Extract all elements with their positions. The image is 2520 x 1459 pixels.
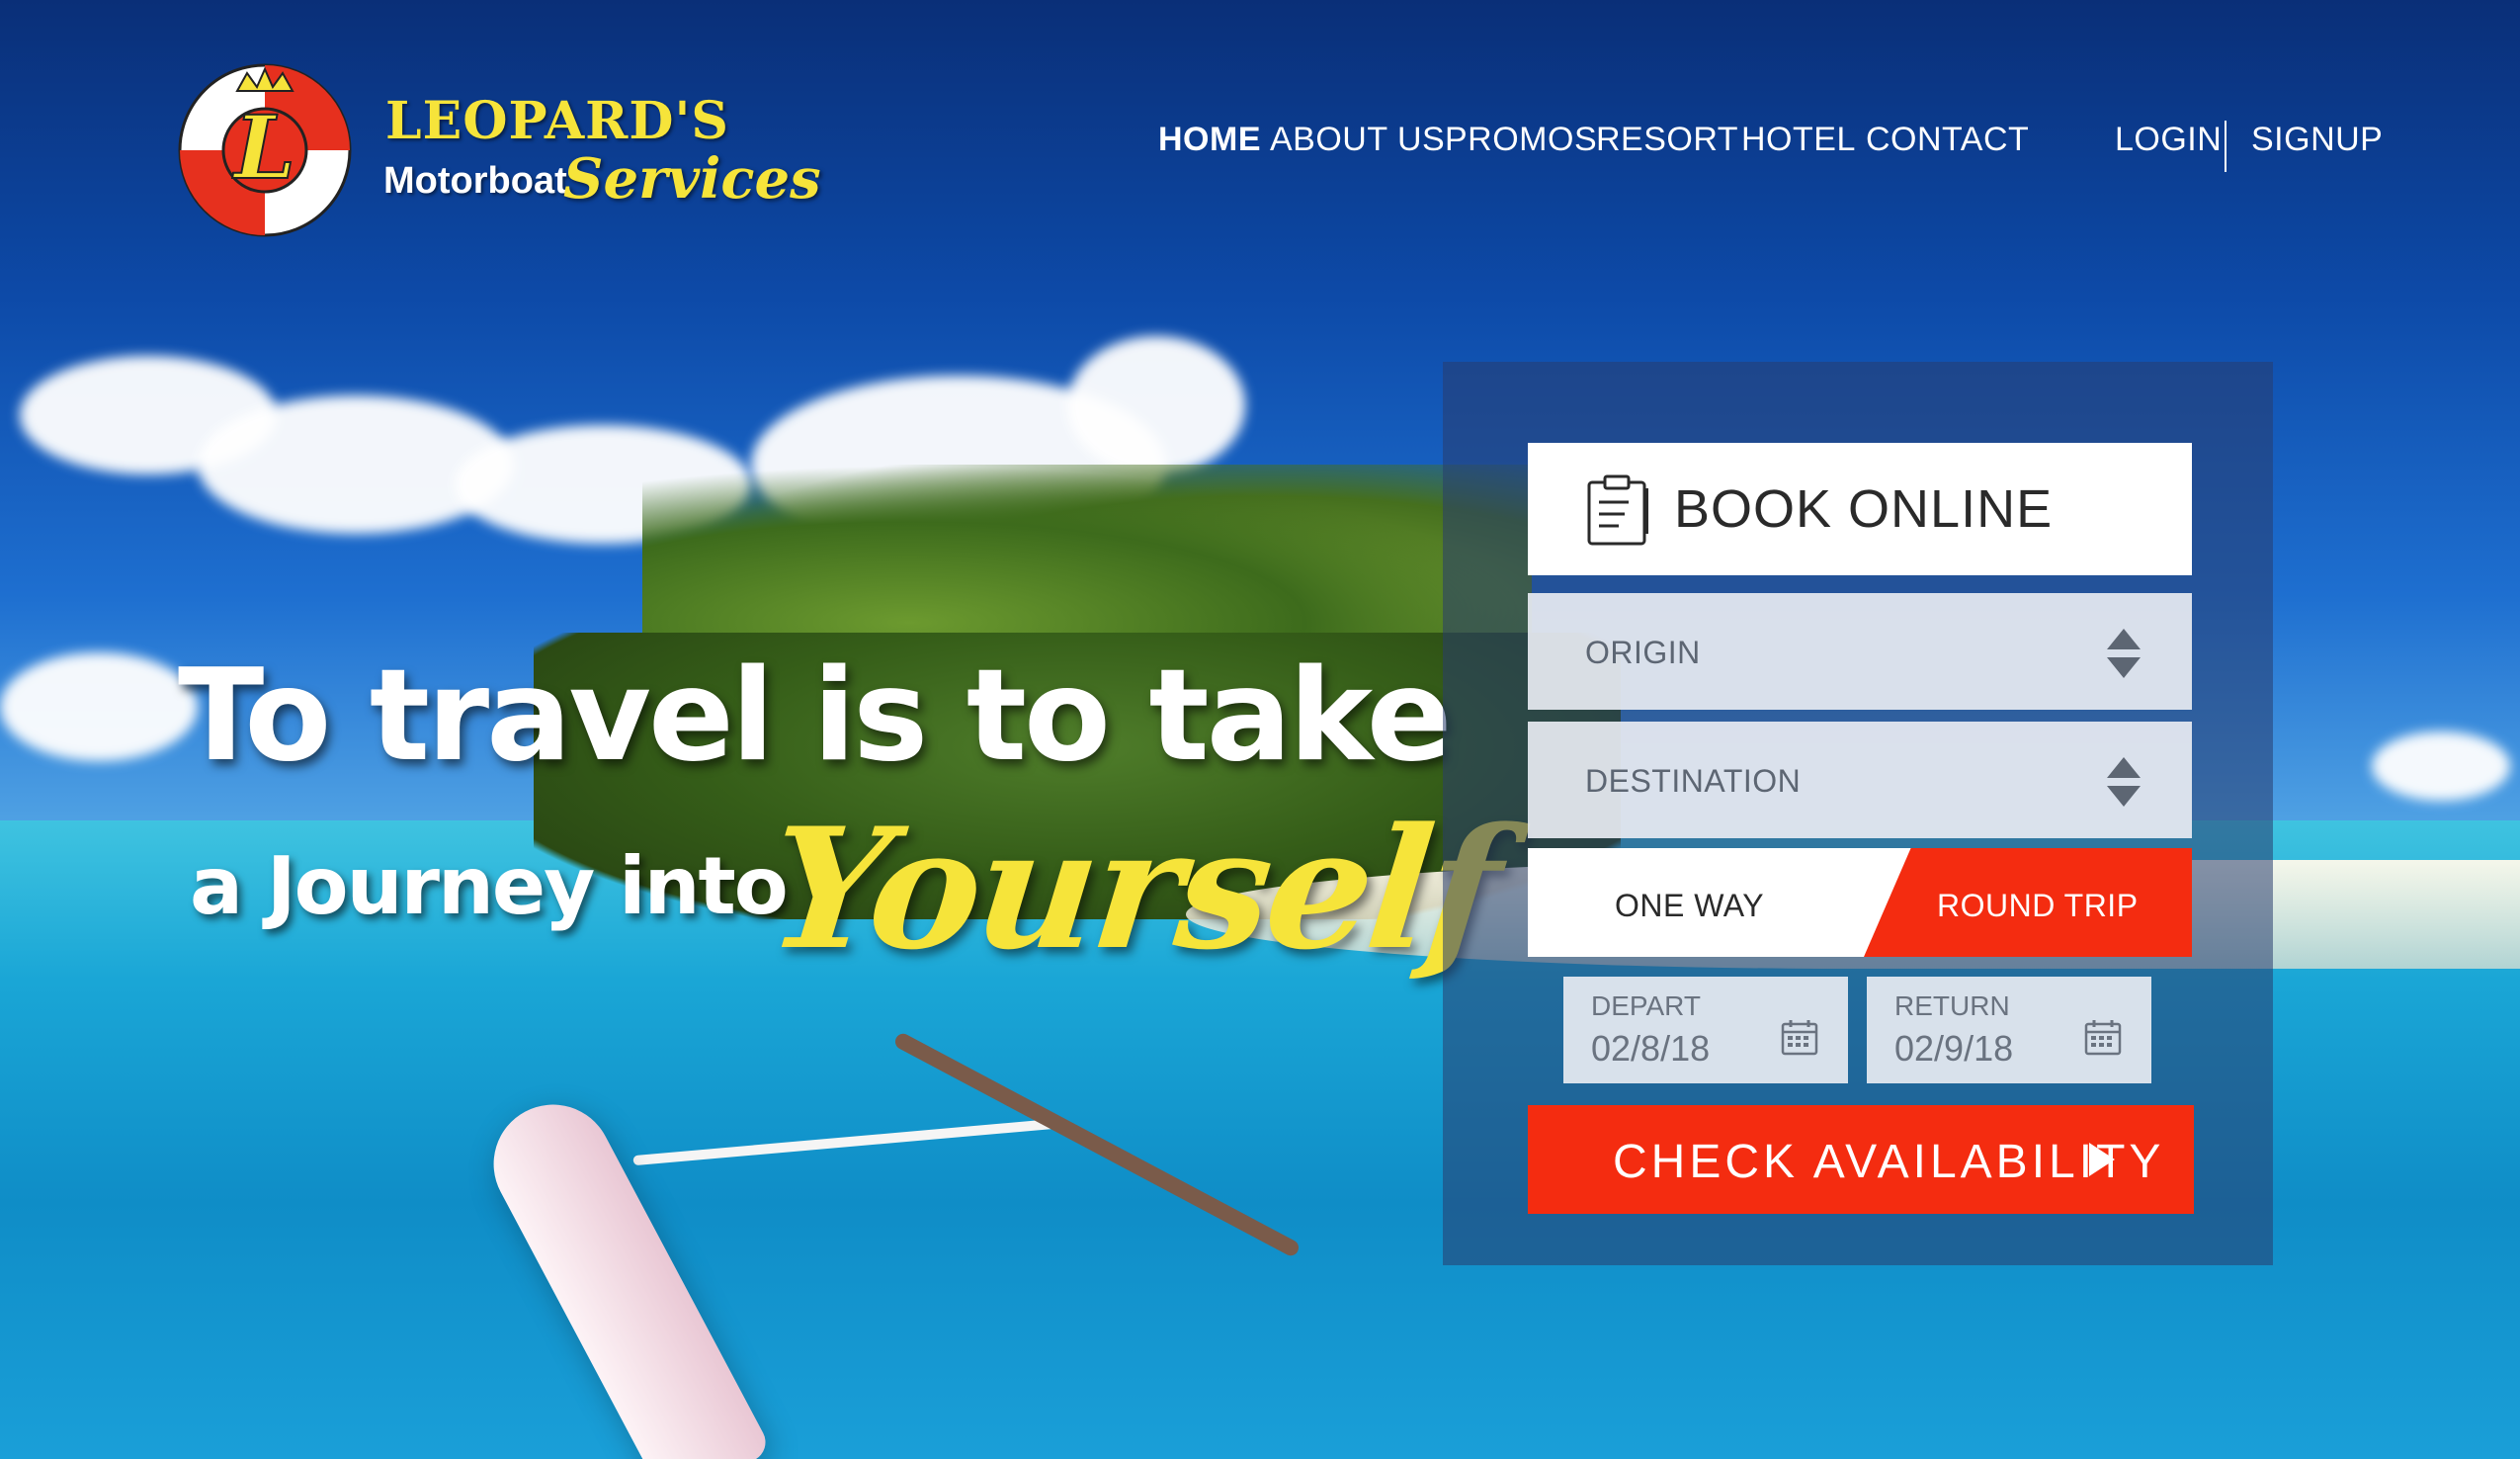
one-way-option[interactable]: ONE WAY — [1615, 888, 1764, 924]
depart-date-field[interactable]: DEPART 02/8/18 — [1563, 977, 1848, 1083]
hero-headline: To travel is to take — [178, 643, 1453, 790]
nav-promos[interactable]: PROMOS — [1445, 121, 1597, 159]
round-trip-option[interactable]: ROUND TRIP — [1937, 888, 2139, 924]
check-availability-button[interactable]: CHECK AVAILABILITY — [1528, 1105, 2194, 1214]
nav-resort[interactable]: RESORT — [1596, 121, 1738, 159]
calendar-icon[interactable] — [2084, 1018, 2122, 1056]
book-online-title: BOOK ONLINE — [1674, 479, 2054, 539]
brand-logo[interactable]: L — [176, 61, 354, 239]
origin-select[interactable]: ORIGIN — [1528, 593, 2192, 710]
hero-subline: a Journey into — [190, 840, 789, 932]
brand-tagline-services: Services — [563, 146, 821, 212]
nav-divider — [2225, 121, 2226, 172]
logo-letter: L — [231, 96, 295, 199]
nav-contact[interactable]: CONTACT — [1866, 121, 2029, 159]
cloud — [2372, 731, 2510, 801]
book-online-header: BOOK ONLINE — [1528, 443, 2192, 575]
nav-hotel[interactable]: HOTEL — [1741, 121, 1856, 159]
destination-placeholder: DESTINATION — [1585, 763, 1802, 799]
lifebuoy-icon: L — [178, 63, 352, 237]
depart-value: 02/8/18 — [1591, 1028, 1711, 1069]
trip-type-toggle: ONE WAY ROUND TRIP — [1528, 848, 2192, 957]
origin-placeholder: ORIGIN — [1585, 635, 1701, 670]
signup-link[interactable]: SIGNUP — [2251, 121, 2383, 159]
return-date-field[interactable]: RETURN 02/9/18 — [1867, 977, 2151, 1083]
brand-name: LEOPARD'S — [385, 91, 729, 151]
return-label: RETURN — [1894, 990, 2010, 1021]
destination-select[interactable]: DESTINATION — [1528, 722, 2192, 838]
calendar-icon[interactable] — [1781, 1018, 1818, 1056]
depart-label: DEPART — [1591, 990, 1701, 1021]
check-availability-label: CHECK AVAILABILITY — [1613, 1136, 2165, 1188]
updown-arrows-icon — [2107, 757, 2141, 807]
login-link[interactable]: LOGIN — [2115, 121, 2222, 159]
nav-about-us[interactable]: ABOUT US — [1270, 121, 1445, 159]
cloud — [1067, 336, 1245, 474]
brand-tagline-motorboat: Motorboat — [383, 160, 567, 202]
hero-emphasis: Yourself — [760, 791, 1507, 987]
return-value: 02/9/18 — [1894, 1028, 2014, 1069]
clipboard-icon — [1587, 474, 1648, 546]
play-arrow-icon — [2089, 1143, 2115, 1176]
nav-home[interactable]: HOME — [1158, 121, 1261, 159]
updown-arrows-icon — [2107, 629, 2141, 678]
cloud — [0, 652, 198, 761]
